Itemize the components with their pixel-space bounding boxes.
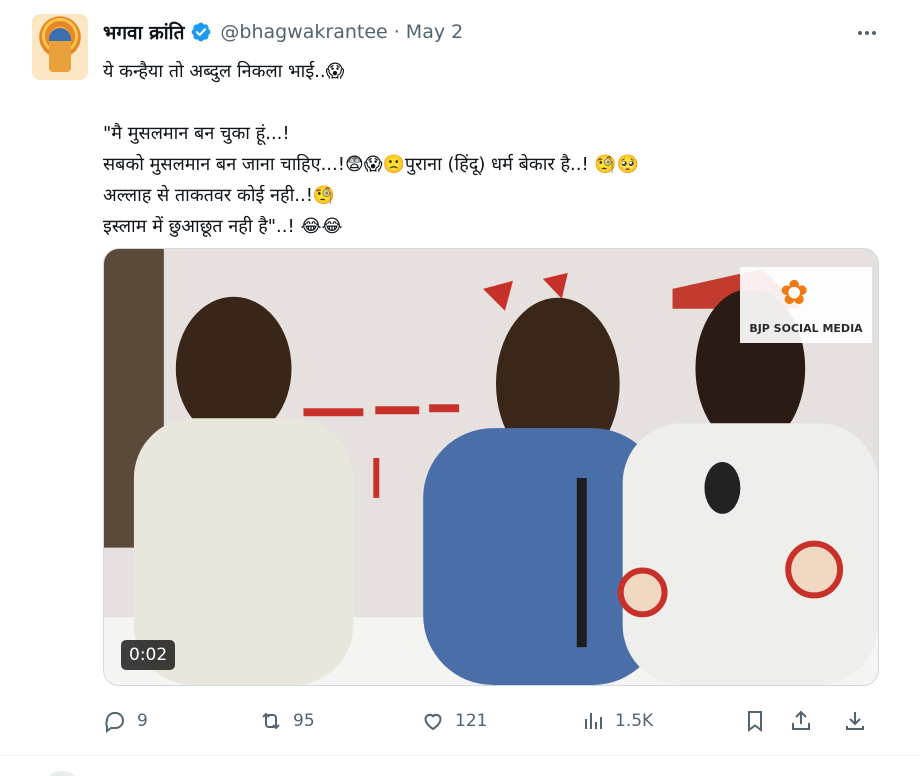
views-count: 1.5K: [615, 711, 654, 731]
more-dot: [858, 31, 862, 35]
tweet-header: भगवा क्रांति @bhagwakrantee · May 2: [103, 18, 463, 46]
more-dot: [872, 31, 876, 35]
reply-icon: [105, 712, 124, 733]
download-icon: [846, 712, 864, 730]
avatar[interactable]: [32, 14, 88, 80]
bjp-watermark: ✿ BJP SOCIAL MEDIA: [740, 267, 872, 343]
more-dot: [865, 31, 869, 35]
reply-count: 9: [137, 711, 148, 731]
user-handle[interactable]: @bhagwakrantee: [220, 21, 387, 43]
separator-dot: ·: [393, 21, 400, 43]
retweet-count: 95: [293, 711, 315, 731]
tweet-actions: 9 95 121 1.5K: [103, 704, 879, 738]
bookmark-icon: [748, 711, 762, 732]
download-button[interactable]: [843, 704, 867, 738]
heart-icon: [424, 713, 442, 731]
video-duration: 0:02: [121, 640, 176, 670]
bookmark-button[interactable]: [743, 704, 767, 738]
watermark-text: BJP SOCIAL MEDIA: [749, 322, 863, 335]
avatar[interactable]: [42, 771, 82, 776]
like-count: 121: [455, 711, 488, 731]
views-button[interactable]: 1.5K: [581, 704, 653, 738]
avatar-figure: [49, 28, 71, 72]
tweet-date[interactable]: May 2: [406, 21, 463, 43]
tweet-text: ये कन्हैया तो अब्दुल निकला भाई..😱 "मै मु…: [103, 61, 640, 237]
display-name[interactable]: भगवा क्रांति: [103, 19, 184, 45]
next-tweet-preview: [0, 757, 920, 776]
lotus-logo-icon: ✿: [780, 273, 809, 313]
tweet[interactable]: भगवा क्रांति @bhagwakrantee · May 2 ये क…: [0, 0, 920, 756]
retweet-button[interactable]: 95: [259, 704, 315, 738]
more-icon[interactable]: [852, 22, 882, 44]
video-player[interactable]: ✿ BJP SOCIAL MEDIA 0:02: [103, 248, 879, 686]
reply-button[interactable]: 9: [103, 704, 148, 738]
share-icon: [792, 710, 810, 730]
retweet-icon: [262, 712, 280, 730]
like-button[interactable]: 121: [421, 704, 487, 738]
verified-badge-icon: [192, 22, 211, 42]
share-button[interactable]: [789, 704, 813, 738]
views-icon: [585, 713, 602, 729]
